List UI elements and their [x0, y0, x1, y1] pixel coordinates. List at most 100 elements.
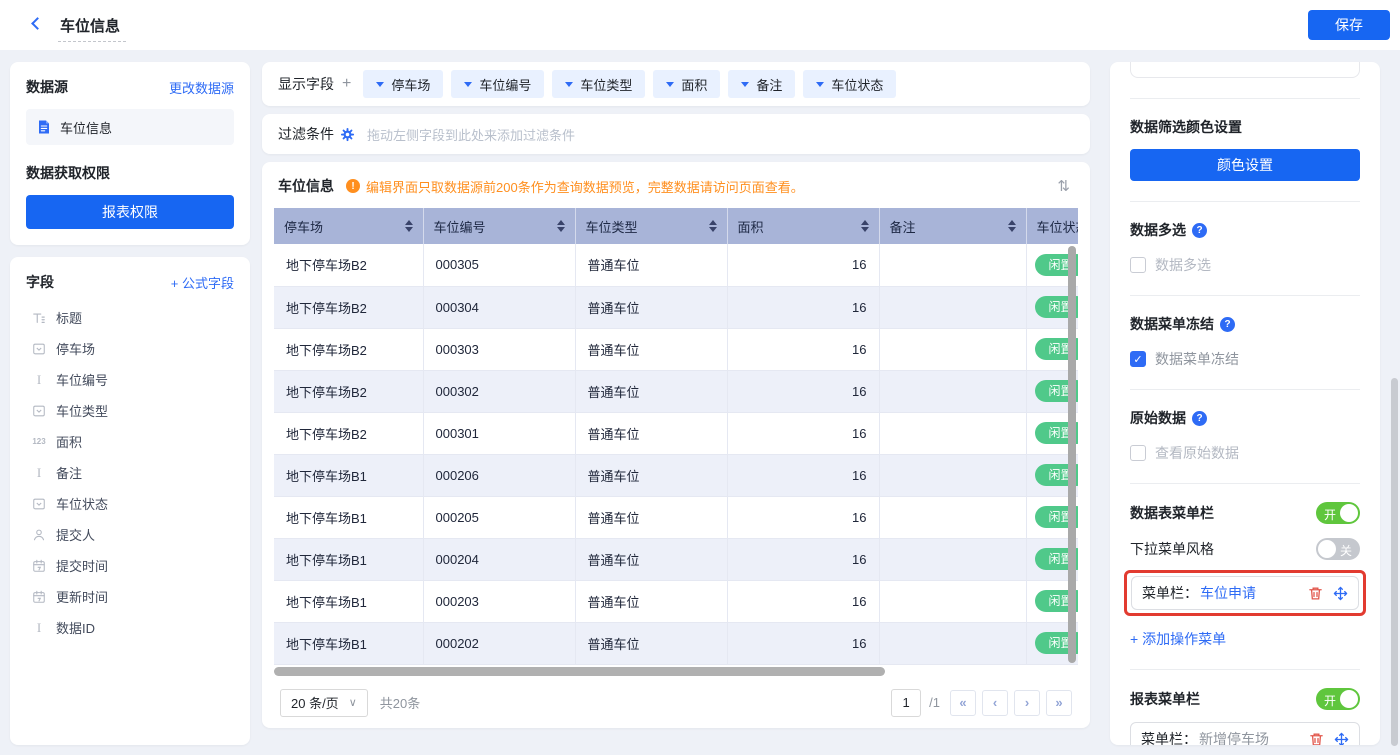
- table-row[interactable]: 地下停车场B2 000305 普通车位 16 闲置: [274, 244, 1078, 286]
- sort-arrows-icon[interactable]: [405, 216, 413, 236]
- report-menubar-title: 报表菜单栏: [1130, 689, 1200, 709]
- chip-remark[interactable]: 备注: [728, 70, 795, 98]
- field-item-submitter[interactable]: 提交人: [26, 519, 234, 550]
- save-button[interactable]: 保存: [1308, 10, 1390, 40]
- menu-freeze-title: 数据菜单冻结 ?: [1130, 314, 1360, 334]
- field-item-update-time[interactable]: 更新时间: [26, 581, 234, 612]
- menu-item-value[interactable]: 车位申请: [1200, 583, 1256, 603]
- sort-arrows-icon[interactable]: [557, 216, 565, 236]
- page-size-select[interactable]: 20 条/页 ∨: [280, 689, 368, 717]
- preview-warning: ! 编辑界面只取数据源前200条作为查询数据预览，完整数据请访问页面查看。: [346, 177, 804, 196]
- chevron-down-icon: [464, 82, 472, 91]
- move-icon[interactable]: [1333, 586, 1348, 601]
- report-menubar-toggle[interactable]: 开: [1316, 688, 1360, 710]
- change-datasource-link[interactable]: 更改数据源: [169, 78, 234, 97]
- table-row[interactable]: 地下停车场B2 000302 普通车位 16 闲置: [274, 370, 1078, 412]
- table-menu-item[interactable]: 菜单栏： 车位申请: [1131, 576, 1359, 610]
- raw-data-checkbox-label: 查看原始数据: [1155, 443, 1239, 463]
- trash-icon[interactable]: [1308, 586, 1323, 601]
- field-item-status[interactable]: 车位状态: [26, 488, 234, 519]
- field-item-title[interactable]: 标题: [26, 302, 234, 333]
- trash-icon[interactable]: [1309, 732, 1324, 746]
- field-item-spotcode[interactable]: I 车位编号: [26, 364, 234, 395]
- chip-area[interactable]: 面积: [653, 70, 720, 98]
- move-icon[interactable]: [1334, 732, 1349, 746]
- chip-label: 面积: [681, 75, 707, 94]
- sort-order-icon[interactable]: ⇅: [1057, 177, 1074, 195]
- col-header-spottype[interactable]: 车位类型: [575, 208, 727, 244]
- table-row[interactable]: 地下停车场B1 000202 普通车位 16 闲置: [274, 622, 1078, 664]
- multi-select-checkbox-row[interactable]: 数据多选: [1130, 255, 1360, 275]
- back-button[interactable]: [30, 17, 44, 31]
- add-action-menu-link[interactable]: + 添加操作菜单: [1130, 629, 1360, 649]
- cell-spotcode: 000304: [423, 286, 575, 328]
- table-horizontal-scrollbar[interactable]: [274, 667, 885, 676]
- datasource-item[interactable]: 车位信息: [26, 109, 234, 145]
- field-item-spottype[interactable]: 车位类型: [26, 395, 234, 426]
- clipped-setting-box: [1130, 62, 1360, 78]
- chip-spotcode[interactable]: 车位编号: [451, 70, 544, 98]
- pagination-bar: 20 条/页 ∨ 共20条 1 /1 « ‹ › »: [274, 689, 1078, 717]
- add-formula-field-link[interactable]: + 公式字段: [171, 273, 234, 292]
- gear-icon[interactable]: [340, 127, 355, 142]
- page-total-label: /1: [929, 695, 940, 710]
- table-row[interactable]: 地下停车场B1 000205 普通车位 16 闲置: [274, 496, 1078, 538]
- table-row[interactable]: 地下停车场B1 000206 普通车位 16 闲置: [274, 454, 1078, 496]
- next-page-button[interactable]: ›: [1014, 690, 1040, 716]
- table-row[interactable]: 地下停车场B1 000203 普通车位 16 闲置: [274, 580, 1078, 622]
- sort-arrows-icon[interactable]: [1008, 216, 1016, 236]
- col-header-parkinglot[interactable]: 停车场: [274, 208, 423, 244]
- page-number-input[interactable]: 1: [891, 689, 921, 717]
- table-horizontal-scroll-track: [274, 667, 1078, 677]
- chevron-down-icon: [666, 82, 674, 91]
- col-header-status[interactable]: 车位状态: [1026, 208, 1078, 244]
- last-page-button[interactable]: »: [1046, 690, 1072, 716]
- report-permission-button[interactable]: 报表权限: [26, 195, 234, 229]
- table-row[interactable]: 地下停车场B2 000303 普通车位 16 闲置: [274, 328, 1078, 370]
- sort-arrows-icon[interactable]: [709, 216, 717, 236]
- cell-spotcode: 000203: [423, 580, 575, 622]
- field-item-submit-time[interactable]: 提交时间: [26, 550, 234, 581]
- table-row[interactable]: 地下停车场B1 000204 普通车位 16 闲置: [274, 538, 1078, 580]
- table-row[interactable]: 地下停车场B2 000304 普通车位 16 闲置: [274, 286, 1078, 328]
- field-label: 车位编号: [56, 370, 108, 389]
- chip-parkinglot[interactable]: 停车场: [363, 70, 443, 98]
- table-row[interactable]: 地下停车场B2 000301 普通车位 16 闲置: [274, 412, 1078, 454]
- raw-data-checkbox-row[interactable]: 查看原始数据: [1130, 443, 1360, 463]
- field-label: 车位类型: [56, 401, 108, 420]
- checkbox-checked-icon[interactable]: ✓: [1130, 351, 1146, 367]
- window-scrollbar[interactable]: [1391, 378, 1398, 746]
- field-item-area[interactable]: 123 面积: [26, 426, 234, 457]
- checkbox-unchecked-icon[interactable]: [1130, 445, 1146, 461]
- cell-spottype: 普通车位: [575, 286, 727, 328]
- field-item-remark[interactable]: I 备注: [26, 457, 234, 488]
- add-display-field-button[interactable]: +: [342, 75, 351, 93]
- sort-arrows-icon[interactable]: [861, 216, 869, 236]
- select-icon: [31, 341, 47, 357]
- cell-parkinglot: 地下停车场B2: [274, 286, 423, 328]
- table-vertical-scrollbar[interactable]: [1068, 246, 1076, 663]
- field-label: 面积: [56, 432, 82, 451]
- help-icon[interactable]: ?: [1220, 317, 1235, 332]
- chip-spottype[interactable]: 车位类型: [552, 70, 645, 98]
- select-icon: [31, 403, 47, 419]
- col-header-spotcode[interactable]: 车位编号: [423, 208, 575, 244]
- checkbox-unchecked-icon[interactable]: [1130, 257, 1146, 273]
- col-header-area[interactable]: 面积: [727, 208, 879, 244]
- dropdown-style-toggle[interactable]: 关: [1316, 538, 1360, 560]
- first-page-button[interactable]: «: [950, 690, 976, 716]
- calendar-icon: [31, 558, 47, 574]
- help-icon[interactable]: ?: [1192, 223, 1207, 238]
- help-icon[interactable]: ?: [1192, 411, 1207, 426]
- menu-item-value[interactable]: 新增停车场: [1199, 729, 1269, 745]
- report-menu-item[interactable]: 菜单栏： 新增停车场: [1130, 722, 1360, 745]
- chip-status[interactable]: 车位状态: [803, 70, 896, 98]
- field-item-dataid[interactable]: I 数据ID: [26, 612, 234, 643]
- table-menubar-toggle[interactable]: 开: [1316, 502, 1360, 524]
- col-header-remark[interactable]: 备注: [879, 208, 1026, 244]
- field-item-parkinglot[interactable]: 停车场: [26, 333, 234, 364]
- menu-freeze-checkbox-row[interactable]: ✓ 数据菜单冻结: [1130, 349, 1360, 369]
- color-settings-button[interactable]: 颜色设置: [1130, 149, 1360, 181]
- prev-page-button[interactable]: ‹: [982, 690, 1008, 716]
- table-body: 地下停车场B2 000305 普通车位 16 闲置 地下停车场B2 000304…: [274, 244, 1078, 664]
